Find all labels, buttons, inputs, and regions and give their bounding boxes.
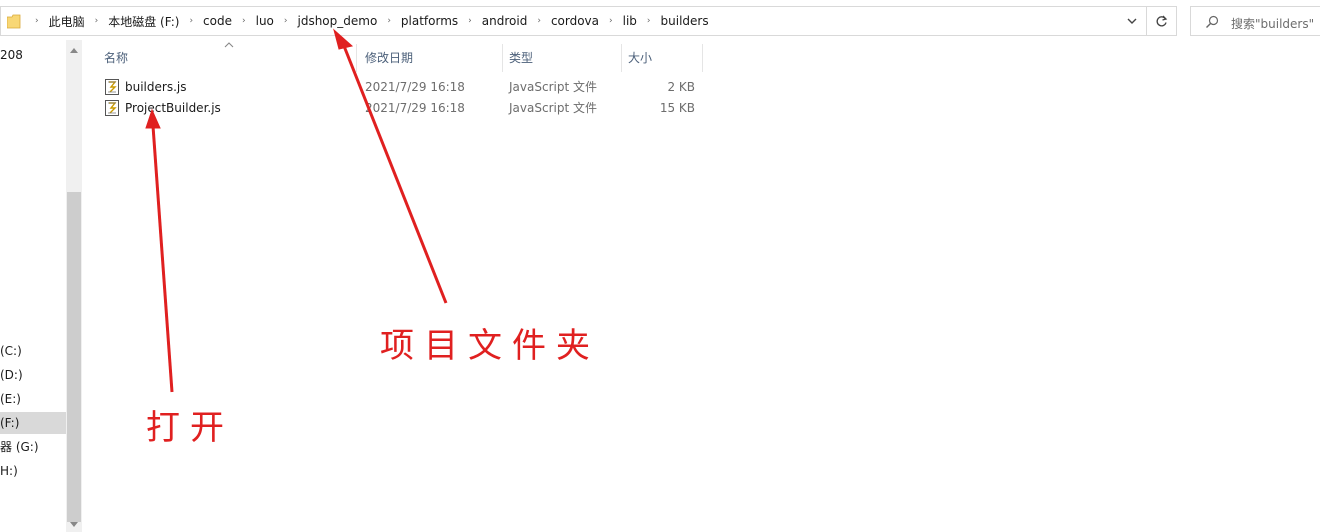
breadcrumb-item[interactable]: jdshop_demo (298, 14, 378, 28)
nav-item-drive-f[interactable]: (F:) (0, 412, 66, 434)
breadcrumb-separator-icon[interactable]: › (85, 16, 109, 26)
column-header-type[interactable]: 类型 (509, 44, 533, 72)
column-divider[interactable] (702, 44, 703, 72)
column-header-name[interactable]: 名称 (104, 44, 128, 72)
nav-item-drive-g[interactable]: 器 (G:) (0, 436, 66, 458)
breadcrumb-separator-icon[interactable]: › (274, 16, 298, 26)
column-header-date[interactable]: 修改日期 (365, 44, 413, 72)
column-header-size[interactable]: 大小 (628, 44, 652, 72)
search-icon (1206, 15, 1219, 28)
breadcrumb-item[interactable]: luo (256, 14, 274, 28)
annotation-open: 打开 (146, 408, 234, 448)
breadcrumb-separator-icon[interactable]: › (25, 16, 49, 26)
file-row[interactable]: builders.js 2021/7/29 16:18 JavaScript 文… (100, 77, 704, 98)
address-bar[interactable]: › 此电脑 › 本地磁盘 (F:) › code › luo › jdshop_demo › plat… (0, 6, 1147, 36)
scroll-up-icon[interactable] (70, 47, 78, 53)
annotation-project-folder: 项目文件夹 (380, 326, 600, 366)
breadcrumb-separator-icon[interactable]: › (599, 16, 623, 26)
breadcrumb-item[interactable]: android (482, 14, 528, 28)
file-date: 2021/7/29 16:18 (365, 80, 465, 94)
breadcrumb-item[interactable]: code (203, 14, 232, 28)
nav-scrollbar[interactable] (66, 40, 82, 532)
breadcrumb-item[interactable]: platforms (401, 14, 458, 28)
scrollbar-thumb[interactable] (67, 192, 81, 522)
nav-item-drive-c[interactable]: (C:) (0, 340, 66, 362)
javascript-file-icon (105, 79, 119, 95)
refresh-icon (1156, 15, 1168, 26)
breadcrumb-item[interactable]: builders (661, 14, 709, 28)
file-name: ProjectBuilder.js (125, 101, 221, 115)
folder-icon (7, 14, 21, 29)
nav-item-208[interactable]: 208 (0, 44, 66, 66)
nav-item-drive-h[interactable]: H:) (0, 460, 66, 482)
breadcrumb-separator-icon[interactable]: › (232, 16, 256, 26)
scroll-down-icon[interactable] (70, 522, 78, 528)
breadcrumb-separator-icon[interactable]: › (637, 16, 661, 26)
column-divider[interactable] (502, 44, 503, 72)
sort-ascending-icon (224, 42, 234, 48)
column-divider[interactable] (621, 44, 622, 72)
breadcrumb-separator-icon[interactable]: › (179, 16, 203, 26)
breadcrumb-separator-icon[interactable]: › (458, 16, 482, 26)
file-date: 2021/7/29 16:18 (365, 101, 465, 115)
breadcrumb-item[interactable]: lib (623, 14, 637, 28)
breadcrumb-item[interactable]: cordova (551, 14, 599, 28)
file-type: JavaScript 文件 (509, 80, 597, 94)
refresh-button[interactable] (1147, 6, 1177, 36)
breadcrumb-item[interactable]: 此电脑 (49, 13, 85, 30)
chevron-down-icon[interactable] (1126, 15, 1138, 27)
breadcrumb: › 此电脑 › 本地磁盘 (F:) › code › luo › jdshop_demo › plat… (25, 7, 709, 35)
file-size: 15 KB (659, 101, 695, 115)
column-divider[interactable] (356, 44, 357, 72)
search-box[interactable]: 搜索"builders" (1190, 6, 1320, 36)
breadcrumb-item[interactable]: 本地磁盘 (F:) (108, 13, 179, 30)
nav-item-drive-d[interactable]: (D:) (0, 364, 66, 386)
breadcrumb-separator-icon[interactable]: › (527, 16, 551, 26)
search-input[interactable]: 搜索"builders" (1231, 15, 1314, 32)
arrow-to-project-builder (145, 108, 174, 393)
javascript-file-icon (105, 100, 119, 116)
file-size: 2 KB (667, 80, 695, 94)
file-name: builders.js (125, 80, 187, 94)
nav-item-drive-e[interactable]: (E:) (0, 388, 66, 410)
file-type: JavaScript 文件 (509, 101, 597, 115)
file-row[interactable]: ProjectBuilder.js 2021/7/29 16:18 JavaSc… (100, 98, 704, 119)
breadcrumb-separator-icon[interactable]: › (377, 16, 401, 26)
navigation-pane: 208 (C:) (D:) (E:) (F:) 器 (G:) H:) (0, 40, 66, 532)
